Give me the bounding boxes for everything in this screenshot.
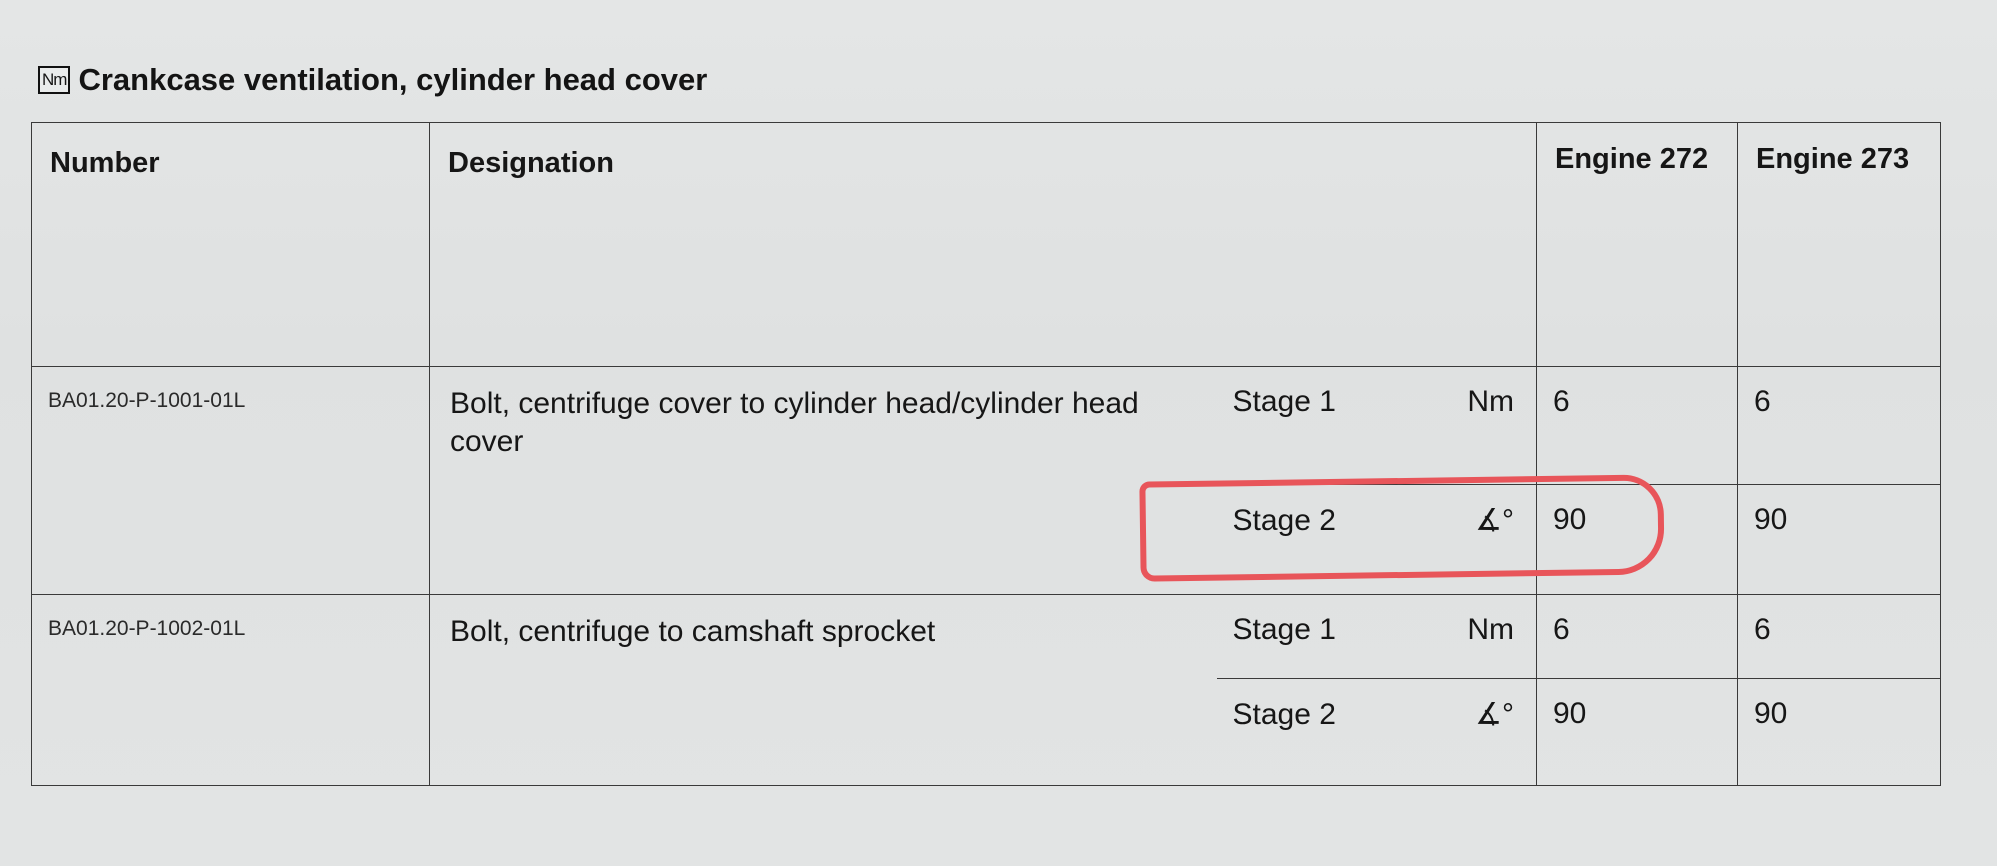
engine-273-value: 90 xyxy=(1737,678,1941,786)
designation: Bolt, centrifuge to camshaft sprocket xyxy=(429,594,1217,786)
column-header-engine-272: Engine 272 xyxy=(1536,122,1738,367)
engine-272-value: 90 xyxy=(1536,484,1738,595)
engine-273-value: 6 xyxy=(1737,594,1941,679)
column-header-number: Number xyxy=(31,122,430,367)
section-header: Nm Crankcase ventilation, cylinder head … xyxy=(38,62,707,98)
table-header-row: Number Designation Engine 272 Engine 273 xyxy=(31,122,1941,367)
stage-cell: Stage 2 ∡° xyxy=(1216,484,1537,595)
stage-label: Stage 1 xyxy=(1232,385,1336,418)
engine-272-value: 90 xyxy=(1536,678,1738,786)
torque-nm-icon: Nm xyxy=(38,66,71,94)
table-row: BA01.20-P-1002-01L Bolt, centrifuge to c… xyxy=(31,594,1941,786)
angle-unit-icon: ∡° xyxy=(1475,698,1514,731)
table-row: BA01.20-P-1001-01L Bolt, centrifuge cove… xyxy=(31,366,1941,595)
stage-label: Stage 1 xyxy=(1232,613,1336,646)
engine-272-value: 6 xyxy=(1536,366,1738,485)
stage-cell: Stage 1 Nm xyxy=(1217,367,1537,485)
stage-label: Stage 2 xyxy=(1232,503,1336,537)
engine-272-value: 6 xyxy=(1536,594,1738,679)
stage-cell: Stage 2 ∡° xyxy=(1216,678,1537,786)
unit-label: Nm xyxy=(1467,613,1514,646)
angle-unit-icon: ∡° xyxy=(1475,504,1514,537)
torque-table: Number Designation Engine 272 Engine 273… xyxy=(31,122,1941,786)
column-header-designation: Designation xyxy=(429,122,1537,367)
column-header-engine-273: Engine 273 xyxy=(1737,122,1941,367)
part-number: BA01.20-P-1001-01L xyxy=(31,366,430,595)
designation: Bolt, centrifuge cover to cylinder head/… xyxy=(429,366,1217,595)
stage-label: Stage 2 xyxy=(1232,697,1336,731)
engine-273-value: 6 xyxy=(1737,366,1941,485)
unit-label: Nm xyxy=(1467,385,1514,418)
stage-cell: Stage 1 Nm xyxy=(1217,595,1537,679)
part-number: BA01.20-P-1002-01L xyxy=(31,594,430,786)
page-title: Crankcase ventilation, cylinder head cov… xyxy=(78,62,708,97)
engine-273-value: 90 xyxy=(1737,484,1941,595)
